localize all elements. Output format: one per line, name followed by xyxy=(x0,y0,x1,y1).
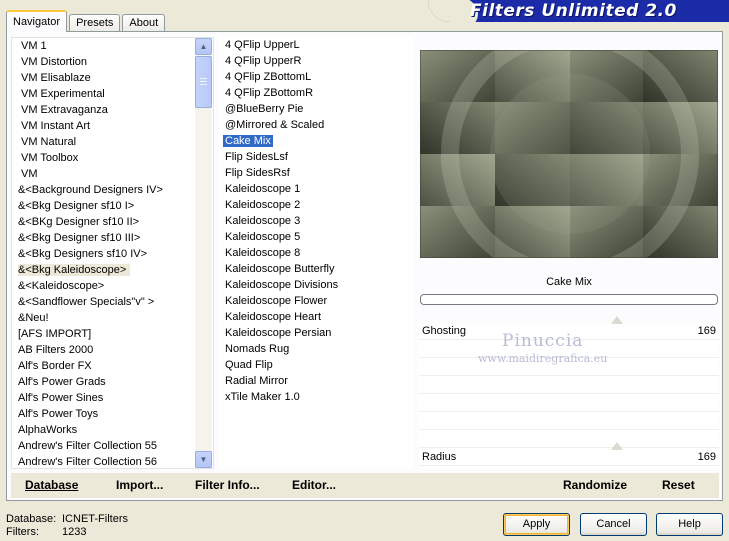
category-item[interactable]: &<Background Designers IV> xyxy=(12,182,213,198)
category-item[interactable]: &<Sandflower Specials"v" > xyxy=(12,294,213,310)
tab-navigator[interactable]: Navigator xyxy=(6,10,68,32)
filter-list[interactable]: 4 QFlip UpperL 4 QFlip UpperR 4 QFlip ZBot… xyxy=(219,37,413,469)
category-item[interactable]: VM Natural xyxy=(12,134,213,150)
param-row-empty xyxy=(419,396,719,412)
scroll-thumb[interactable] xyxy=(195,56,212,108)
filter-item[interactable]: Kaleidoscope 2 xyxy=(219,197,413,213)
cancel-button[interactable]: Cancel xyxy=(580,513,647,536)
slider-marker-icon xyxy=(611,316,623,324)
tab-presets[interactable]: Presets xyxy=(69,14,121,32)
category-item[interactable]: VM Extravaganza xyxy=(12,102,213,118)
filter-item[interactable]: Kaleidoscope 3 xyxy=(219,213,413,229)
category-item[interactable]: &Neu! xyxy=(12,310,213,326)
category-item[interactable]: Alf's Power Toys xyxy=(12,406,213,422)
category-item[interactable]: AB Filters 2000 xyxy=(12,342,213,358)
category-item[interactable]: [AFS IMPORT] xyxy=(12,326,213,342)
database-button[interactable]: Database xyxy=(25,478,78,492)
category-item[interactable]: AlphaWorks xyxy=(12,422,213,438)
reset-button[interactable]: Reset xyxy=(662,478,695,492)
filter-item[interactable]: Radial Mirror xyxy=(219,373,413,389)
progress-bar xyxy=(420,294,718,305)
filter-info-button[interactable]: Filter Info... xyxy=(195,478,260,492)
help-button[interactable]: Help xyxy=(656,513,723,536)
filter-item[interactable]: @Mirrored & Scaled xyxy=(219,117,413,133)
filter-items: 4 QFlip UpperL 4 QFlip UpperR 4 QFlip ZBot… xyxy=(219,37,413,405)
filter-item[interactable]: Kaleidoscope Flower xyxy=(219,293,413,309)
status-filters-label: Filters: xyxy=(6,526,39,538)
watermark-name: Pinuccia xyxy=(502,331,584,351)
filter-item[interactable]: 4 QFlip ZBottomR xyxy=(219,85,413,101)
param-label: Ghosting xyxy=(422,325,467,337)
filter-item[interactable]: Kaleidoscope Divisions xyxy=(219,277,413,293)
category-item[interactable]: &<BKg Designer sf10 II> xyxy=(12,214,213,230)
app-title: Filters Unlimited 2.0 xyxy=(470,1,677,21)
status-filters-value: 1233 xyxy=(62,526,87,538)
scroll-up-icon[interactable]: ▲ xyxy=(195,38,212,55)
filter-item[interactable]: Kaleidoscope 8 xyxy=(219,245,413,261)
category-item[interactable]: VM xyxy=(12,166,213,182)
category-scrollbar[interactable]: ▲ ▼ xyxy=(195,38,212,468)
filter-item[interactable]: Kaleidoscope Persian xyxy=(219,325,413,341)
category-item[interactable]: &<Bkg Designer sf10 I> xyxy=(12,198,213,214)
param-value: 169 xyxy=(697,451,716,463)
filter-item[interactable]: Nomads Rug xyxy=(219,341,413,357)
filter-item[interactable]: Cake Mix xyxy=(219,133,413,149)
filter-item[interactable]: Kaleidoscope 1 xyxy=(219,181,413,197)
tab-strip: Navigator Presets About xyxy=(6,10,167,32)
param-row-empty xyxy=(419,378,719,394)
category-item[interactable]: Alf's Border FX xyxy=(12,358,213,374)
filter-item[interactable]: 4 QFlip UpperL xyxy=(219,37,413,53)
filter-item[interactable]: 4 QFlip UpperR xyxy=(219,53,413,69)
category-item[interactable]: VM Experimental xyxy=(12,86,213,102)
randomize-button[interactable]: Randomize xyxy=(563,478,627,492)
editor-button[interactable]: Editor... xyxy=(292,478,336,492)
category-item[interactable]: VM Instant Art xyxy=(12,118,213,134)
filter-item[interactable]: @BlueBerry Pie xyxy=(219,101,413,117)
category-item[interactable]: &<Bkg Designer sf10 III> xyxy=(12,230,213,246)
apply-button[interactable]: Apply xyxy=(503,513,570,536)
category-item[interactable]: VM 1 xyxy=(12,38,213,54)
category-item[interactable]: VM Toolbox xyxy=(12,150,213,166)
title-banner: Filters Unlimited 2.0 xyxy=(428,0,729,22)
preview-image xyxy=(420,50,718,258)
category-items: VM 1 VM Distortion VM Elisablaze VM Experim… xyxy=(12,38,213,468)
slider-marker-icon xyxy=(611,442,623,450)
watermark-url: www.maidiregrafica.eu xyxy=(478,352,608,365)
category-item[interactable]: &<Kaleidoscope> xyxy=(12,278,213,294)
category-list[interactable]: VM 1 VM Distortion VM Elisablaze VM Experim… xyxy=(11,37,214,469)
preview-kaleidoscope xyxy=(420,50,718,258)
param-label: Radius xyxy=(422,451,457,463)
tab-about[interactable]: About xyxy=(122,14,166,32)
navigator-panel: VM 1 VM Distortion VM Elisablaze VM Experim… xyxy=(6,31,723,501)
filter-item[interactable]: 4 QFlip ZBottomL xyxy=(219,69,413,85)
import-button[interactable]: Import... xyxy=(116,478,163,492)
scroll-down-icon[interactable]: ▼ xyxy=(195,451,212,468)
param-row-empty xyxy=(419,414,719,430)
filter-item[interactable]: Flip SidesLsf xyxy=(219,149,413,165)
filter-item[interactable]: Flip SidesRsf xyxy=(219,165,413,181)
category-item[interactable]: Andrew's Filter Collection 55 xyxy=(12,438,213,454)
category-item[interactable]: Andrew's Filter Collection 56 xyxy=(12,454,213,468)
filter-item[interactable]: Kaleidoscope 5 xyxy=(219,229,413,245)
status-database-label: Database: xyxy=(6,513,57,525)
status-database-value: ICNET-Filters xyxy=(62,513,128,525)
selected-filter-name: Cake Mix xyxy=(546,276,592,288)
param-value: 169 xyxy=(697,325,716,337)
category-item[interactable]: Alf's Power Grads xyxy=(12,374,213,390)
category-item[interactable]: &<Bkg Designers sf10 IV> xyxy=(12,246,213,262)
filter-item[interactable]: Kaleidoscope Heart xyxy=(219,309,413,325)
param-row-empty xyxy=(419,432,719,448)
category-item[interactable]: &<Bkg Kaleidoscope> xyxy=(12,262,213,278)
filter-item[interactable]: Quad Flip xyxy=(219,357,413,373)
filter-item[interactable]: Kaleidoscope Butterfly xyxy=(219,261,413,277)
param-row-radius[interactable]: Radius 169 xyxy=(419,442,719,466)
category-item[interactable]: VM Elisablaze xyxy=(12,70,213,86)
filter-item[interactable]: xTile Maker 1.0 xyxy=(219,389,413,405)
category-item[interactable]: Alf's Power Sines xyxy=(12,390,213,406)
bottom-action-strip: Database Import... Filter Info... Editor… xyxy=(11,473,719,498)
category-item[interactable]: VM Distortion xyxy=(12,54,213,70)
